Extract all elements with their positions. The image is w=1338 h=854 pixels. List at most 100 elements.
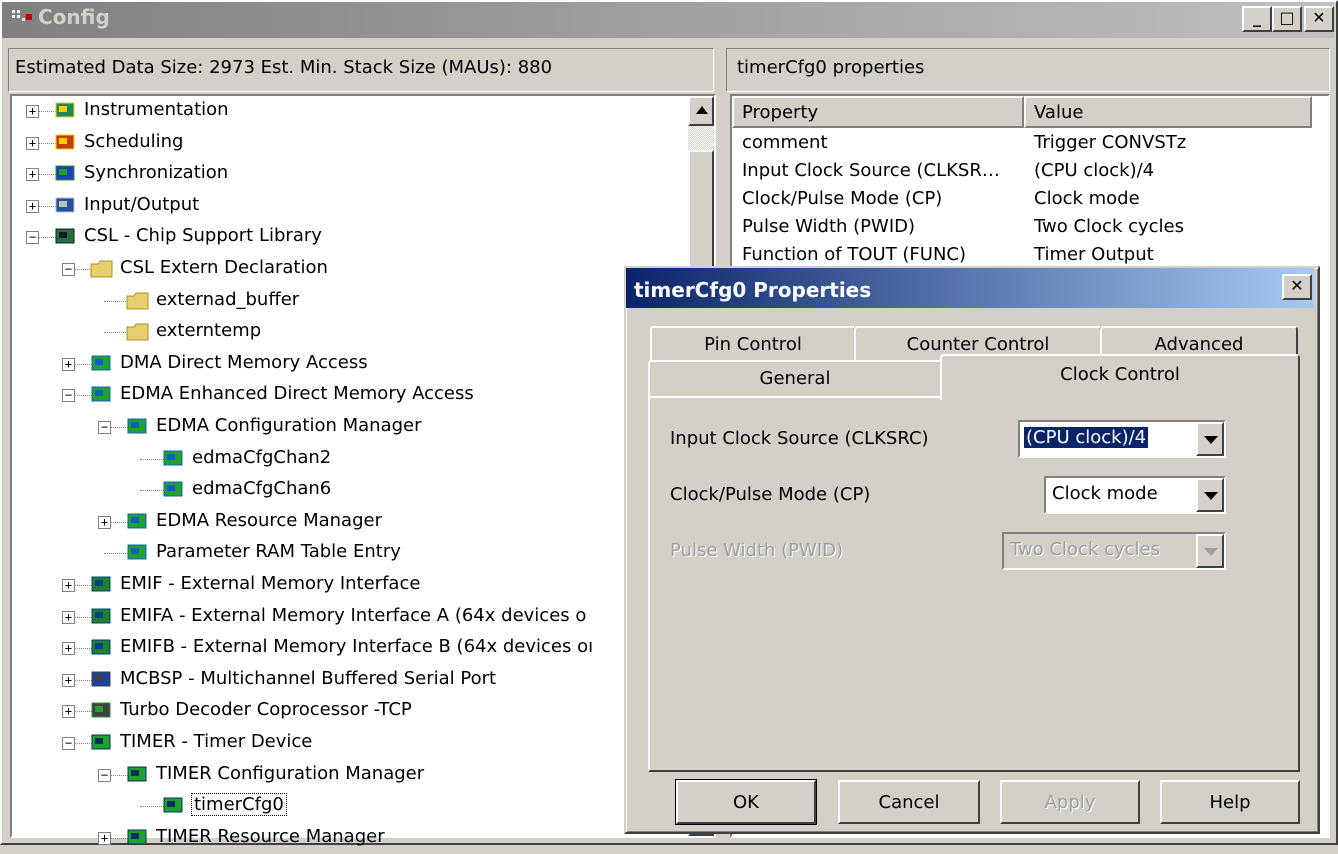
- dma-icon: [90, 353, 114, 375]
- collapse-icon[interactable]: −: [62, 263, 75, 276]
- scheduling-icon: [54, 132, 78, 154]
- tree-node[interactable]: edmaCfgChan6: [0, 475, 686, 505]
- edma-icon: [126, 511, 150, 533]
- tree-node[interactable]: − TIMER Configuration Manager: [0, 760, 686, 790]
- property-column-header[interactable]: Property: [732, 96, 1024, 128]
- tree-node[interactable]: + Input/Output: [0, 191, 686, 221]
- property-row[interactable]: comment Trigger CONVSTz: [742, 132, 1322, 160]
- tree-node-label: CSL Extern Declaration: [120, 257, 328, 278]
- config-app-icon: [10, 6, 34, 30]
- property-row[interactable]: Pulse Width (PWID) Two Clock cycles: [742, 216, 1322, 244]
- expand-icon[interactable]: +: [26, 168, 39, 182]
- tree-node[interactable]: − EDMA Enhanced Direct Memory Access: [0, 380, 686, 410]
- collapse-icon[interactable]: −: [62, 389, 75, 403]
- tree-node[interactable]: + Instrumentation: [0, 96, 686, 126]
- tree-node[interactable]: + MCBSP - Multichannel Buffered Serial Po…: [0, 665, 686, 695]
- tree-node-label: EDMA Enhanced Direct Memory Access: [120, 383, 474, 405]
- tree-node[interactable]: + Scheduling: [0, 128, 686, 158]
- tree-node-label: Input/Output: [84, 193, 200, 215]
- expand-icon[interactable]: +: [98, 831, 111, 845]
- expand-icon[interactable]: +: [62, 642, 75, 656]
- collapse-icon[interactable]: −: [26, 231, 39, 245]
- tree-connector: [140, 806, 164, 808]
- tree-node[interactable]: externad_buffer: [0, 286, 686, 316]
- tree-node[interactable]: externtemp: [0, 317, 686, 347]
- tree-node-label: EMIFA - External Memory Interface A (64x…: [120, 604, 587, 626]
- tree-node[interactable]: + EMIF - External Memory Interface: [0, 570, 686, 600]
- property-row[interactable]: Input Clock Source (CLKSR… (CPU clock)/4: [742, 160, 1322, 188]
- tree-node-label: Scheduling: [84, 130, 184, 152]
- tree-node[interactable]: timerCfg0: [0, 791, 686, 821]
- tree-node-label: externtemp: [156, 320, 262, 342]
- tree-connector: [140, 458, 164, 460]
- tree-node[interactable]: − CSL Extern Declaration: [0, 254, 686, 284]
- tree-node-label: EDMA Configuration Manager: [156, 415, 422, 436]
- tab-pin-control[interactable]: Pin Control: [650, 326, 856, 362]
- tree-node-label: Turbo Decoder Coprocessor -TCP: [120, 699, 412, 721]
- minimize-button[interactable]: _: [1242, 6, 1272, 32]
- folder-icon: [126, 290, 150, 312]
- cp-value: Clock mode: [1052, 483, 1158, 504]
- chip-icon: [54, 226, 78, 248]
- tree-node[interactable]: − TIMER - Timer Device: [0, 728, 686, 758]
- expand-icon[interactable]: +: [26, 136, 39, 150]
- tree-node[interactable]: − EDMA Configuration Manager: [0, 412, 686, 442]
- tree-node[interactable]: + EMIFA - External Memory Interface A (64…: [0, 602, 686, 632]
- edma-icon: [162, 448, 186, 470]
- tree-node[interactable]: Parameter RAM Table Entry: [0, 538, 686, 568]
- tree-node[interactable]: + Synchronization: [0, 159, 686, 189]
- window-title-bar[interactable]: [2, 2, 1334, 38]
- tree-node-label: TIMER Resource Manager: [156, 825, 385, 847]
- expand-icon[interactable]: +: [98, 515, 111, 529]
- timer-icon: [126, 764, 150, 786]
- tree-node[interactable]: + DMA Direct Memory Access: [0, 349, 686, 379]
- collapse-icon[interactable]: −: [98, 768, 111, 782]
- cp-dropdown-icon[interactable]: [1196, 478, 1224, 512]
- tree-node[interactable]: edmaCfgChan2: [0, 444, 686, 474]
- dialog-close-button[interactable]: ✕: [1282, 274, 1312, 300]
- expand-icon[interactable]: +: [26, 105, 39, 118]
- value-column-header[interactable]: Value: [1024, 96, 1312, 128]
- properties-caption: timerCfg0 properties: [726, 48, 1330, 92]
- property-value: Clock mode: [1034, 188, 1140, 209]
- expand-icon[interactable]: +: [62, 610, 75, 624]
- tab-general[interactable]: General: [648, 360, 942, 398]
- collapse-icon[interactable]: −: [62, 737, 75, 750]
- tree-node[interactable]: − CSL - Chip Support Library: [0, 222, 686, 252]
- tree-node-label: TIMER Configuration Manager: [156, 762, 425, 784]
- collapse-icon[interactable]: −: [98, 421, 111, 434]
- tree-node-label: timerCfg0: [191, 793, 287, 817]
- cp-combo[interactable]: Clock mode: [1044, 476, 1226, 514]
- tree-node[interactable]: + EDMA Resource Manager: [0, 507, 686, 537]
- tree-node-label: TIMER - Timer Device: [120, 731, 313, 752]
- help-button[interactable]: Help: [1160, 780, 1300, 824]
- expand-icon[interactable]: +: [62, 673, 75, 687]
- clksrc-value: (CPU clock)/4: [1022, 426, 1150, 449]
- close-button[interactable]: ✕: [1304, 6, 1334, 32]
- tab-clock-control[interactable]: Clock Control: [940, 354, 1300, 400]
- scroll-up-button[interactable]: [688, 96, 714, 126]
- property-name: Pulse Width (PWID): [742, 216, 916, 237]
- expand-icon[interactable]: +: [62, 357, 75, 371]
- input-output-icon: [54, 195, 78, 217]
- timer-icon: [162, 795, 186, 817]
- clksrc-combo[interactable]: (CPU clock)/4: [1018, 420, 1226, 458]
- apply-button: Apply: [1000, 780, 1140, 824]
- clksrc-dropdown-icon[interactable]: [1196, 422, 1224, 456]
- property-name: Function of TOUT (FUNC): [742, 244, 967, 265]
- tree-node-label: edmaCfgChan2: [192, 446, 332, 468]
- property-row[interactable]: Clock/Pulse Mode (CP) Clock mode: [742, 188, 1322, 216]
- mcbsp-icon: [90, 669, 114, 691]
- tree-node[interactable]: + EMIFB - External Memory Interface B (64…: [0, 633, 686, 663]
- expand-icon[interactable]: +: [26, 199, 39, 213]
- tree-node-label: MCBSP - Multichannel Buffered Serial Por…: [120, 667, 497, 689]
- expand-icon[interactable]: +: [62, 579, 75, 592]
- cancel-button[interactable]: Cancel: [838, 780, 980, 824]
- timer-icon: [126, 827, 150, 849]
- ok-button[interactable]: OK: [675, 779, 817, 825]
- tree-node[interactable]: + TIMER Resource Manager: [0, 823, 686, 853]
- maximize-button[interactable]: □: [1272, 6, 1302, 32]
- tree-node[interactable]: + Turbo Decoder Coprocessor -TCP: [0, 696, 686, 726]
- tree-node-label: externad_buffer: [156, 288, 300, 310]
- expand-icon[interactable]: +: [62, 705, 75, 719]
